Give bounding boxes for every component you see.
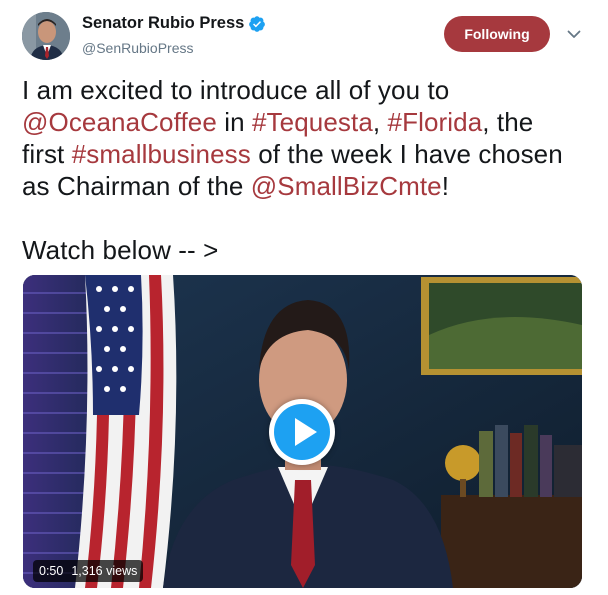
chevron-down-icon[interactable] xyxy=(566,26,582,42)
following-button[interactable]: Following xyxy=(444,16,550,52)
verified-badge-icon xyxy=(249,15,266,32)
avatar-image xyxy=(22,12,70,60)
tweet-line-1: I am excited to introduce all of you to xyxy=(22,75,450,105)
tweet-line-4: as Chairman of the @SmallBizCmte! xyxy=(22,170,597,202)
hashtag-link-florida[interactable]: #Florida xyxy=(388,107,483,137)
tweet-text-fragment: first xyxy=(22,139,72,169)
author-display-name[interactable]: Senator Rubio Press xyxy=(82,14,244,33)
author-handle[interactable]: @SenRubioPress xyxy=(82,40,194,56)
tweet-text-fragment: , xyxy=(372,107,388,137)
tweet-text-fragment: of the week I have chosen xyxy=(250,139,563,169)
tweet-text-fragment: ! xyxy=(441,171,450,201)
play-icon xyxy=(295,418,317,446)
tweet-text-fragment: as Chairman of the xyxy=(22,171,251,201)
mention-link-oceanacoffee[interactable]: @OceanaCoffee xyxy=(22,107,217,137)
hashtag-link-tequesta[interactable]: #Tequesta xyxy=(252,107,373,137)
mention-link-smallbizcmte[interactable]: @SmallBizCmte xyxy=(251,171,442,201)
tweet-line-2: @OceanaCoffee in #Tequesta, #Florida, th… xyxy=(22,106,597,138)
tweet-text-fragment: , the xyxy=(482,107,534,137)
author-name-row[interactable]: Senator Rubio Press xyxy=(82,14,266,33)
video-stats-badge: 0:50 1,316 views xyxy=(33,560,144,582)
tweet-text-fragment: in xyxy=(216,107,252,137)
video-view-count: 1,316 views xyxy=(71,564,138,578)
video-duration: 0:50 xyxy=(39,564,64,578)
avatar[interactable] xyxy=(22,12,70,60)
play-button[interactable] xyxy=(269,399,335,465)
tweet-line-5: Watch below -- > xyxy=(22,235,219,265)
tweet-line-3: first #smallbusiness of the week I have … xyxy=(22,138,597,170)
hashtag-link-smallbusiness[interactable]: #smallbusiness xyxy=(72,139,251,169)
tweet-text: I am excited to introduce all of you to … xyxy=(22,74,597,266)
video-player[interactable]: 0:50 1,316 views xyxy=(23,275,582,588)
line-break-spacer xyxy=(22,202,597,234)
